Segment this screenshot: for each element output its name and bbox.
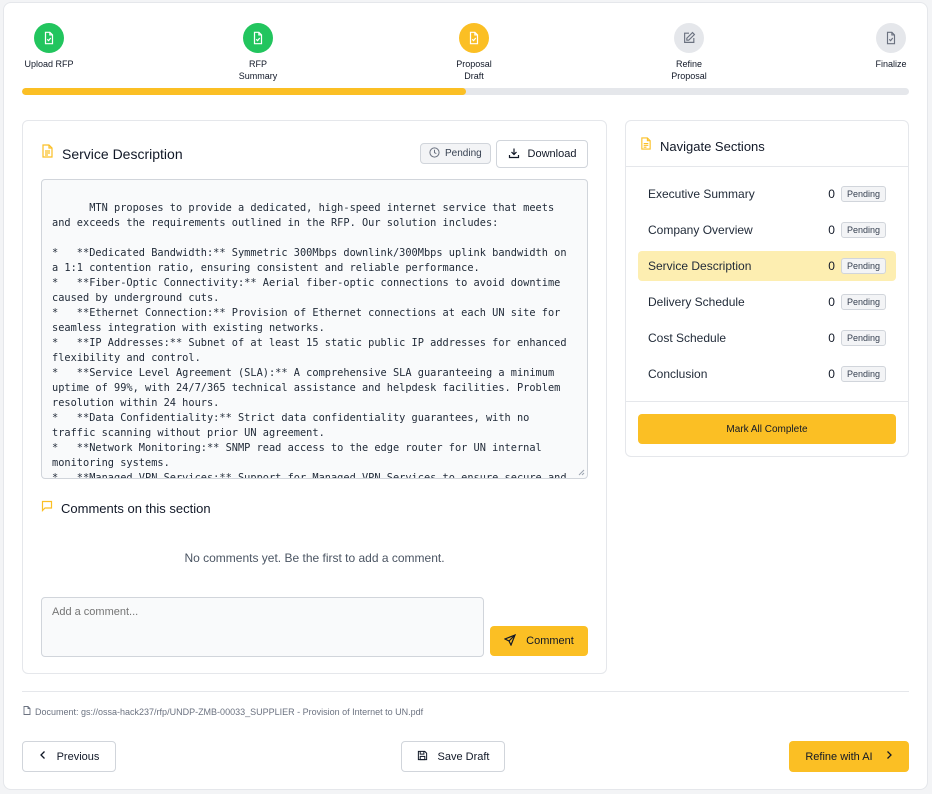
step-proposal-draft[interactable]: Proposal Draft: [429, 23, 519, 82]
nav-item-label: Delivery Schedule: [648, 295, 745, 309]
section-nav-list: Executive Summary 0 Pending Company Overv…: [638, 179, 896, 395]
comments-title: Comments on this section: [61, 500, 211, 516]
section-editor-card: Service Description Pending Download MTN…: [22, 120, 607, 674]
step-label: Proposal Draft: [456, 59, 492, 81]
nav-item-label: Conclusion: [648, 367, 708, 381]
nav-item-executive-summary[interactable]: Executive Summary 0 Pending: [638, 179, 896, 209]
refine-label: Refine with AI: [805, 750, 873, 763]
status-badge: Pending: [840, 258, 886, 274]
nav-item-company-overview[interactable]: Company Overview 0 Pending: [638, 215, 896, 245]
status-badge: Pending: [840, 222, 886, 238]
mark-all-complete-button[interactable]: Mark All Complete: [638, 414, 896, 444]
nav-item-count: 0: [828, 295, 835, 309]
status-badge: Pending: [420, 143, 491, 164]
nav-item-label: Company Overview: [648, 223, 753, 237]
nav-item-delivery-schedule[interactable]: Delivery Schedule 0 Pending: [638, 287, 896, 317]
refine-with-ai-button[interactable]: Refine with AI: [789, 741, 909, 772]
nav-item-label: Service Description: [648, 259, 752, 273]
section-title: Service Description: [62, 145, 183, 162]
empty-comments-message: No comments yet. Be the first to add a c…: [184, 551, 445, 565]
nav-item-count: 0: [828, 367, 835, 381]
step-label: Refine Proposal: [671, 59, 707, 81]
chevron-right-icon: [885, 750, 893, 763]
nav-header: Navigate Sections: [640, 137, 765, 155]
nav-item-cost-schedule[interactable]: Cost Schedule 0 Pending: [638, 323, 896, 353]
send-icon: [503, 633, 517, 649]
document-path-text: Document: gs://ossa-hack237/rfp/UNDP-ZMB…: [35, 706, 424, 717]
comment-submit-button[interactable]: Comment: [490, 626, 588, 656]
comments-header: Comments on this section: [41, 499, 211, 517]
status-badge: Pending: [840, 330, 886, 346]
nav-item-count: 0: [828, 259, 835, 273]
download-icon: [508, 147, 520, 162]
nav-item-service-description[interactable]: Service Description 0 Pending: [638, 251, 896, 281]
nav-item-label: Cost Schedule: [648, 331, 727, 345]
clock-icon: [429, 146, 440, 161]
nav-item-label: Executive Summary: [648, 187, 755, 201]
divider: [626, 401, 908, 402]
step-label: Upload RFP: [24, 59, 74, 69]
comment-input[interactable]: [41, 597, 484, 657]
section-content-textarea[interactable]: MTN proposes to provide a dedicated, hig…: [41, 179, 588, 479]
section-header: Service Description: [41, 144, 183, 163]
divider: [22, 691, 909, 692]
document-icon: [640, 137, 652, 155]
download-button[interactable]: Download: [496, 140, 588, 168]
file-check-icon: [243, 23, 273, 53]
chevron-left-icon: [39, 750, 47, 763]
navigate-sections-card: Navigate Sections Executive Summary 0 Pen…: [625, 120, 909, 457]
previous-label: Previous: [56, 750, 100, 763]
step-rfp-summary[interactable]: RFP Summary: [213, 23, 303, 82]
section-content-text: MTN proposes to provide a dedicated, hig…: [52, 202, 567, 479]
app-frame: Upload RFP RFP Summary Proposal Draft Re…: [3, 2, 928, 790]
divider: [626, 166, 908, 167]
file-check-icon: [459, 23, 489, 53]
progress-bar: [22, 88, 909, 95]
previous-button[interactable]: Previous: [22, 741, 116, 772]
file-check-icon: [34, 23, 64, 53]
save-draft-label: Save Draft: [437, 750, 490, 763]
step-upload-rfp[interactable]: Upload RFP: [4, 23, 94, 70]
save-icon: [417, 750, 428, 764]
nav-item-count: 0: [828, 223, 835, 237]
status-badge: Pending: [840, 366, 886, 382]
chat-bubble-icon: [41, 499, 53, 517]
download-label: Download: [527, 148, 577, 160]
progress-fill: [22, 88, 466, 95]
status-badge: Pending: [840, 294, 886, 310]
step-label: Finalize: [875, 59, 907, 69]
save-draft-button[interactable]: Save Draft: [401, 741, 505, 772]
status-label: Pending: [445, 148, 482, 159]
resize-grip-icon[interactable]: [577, 468, 585, 476]
nav-item-count: 0: [828, 187, 835, 201]
document-icon: [41, 144, 54, 163]
step-finalize[interactable]: Finalize: [846, 23, 932, 70]
file-check-icon: [876, 23, 906, 53]
nav-item-count: 0: [828, 331, 835, 345]
status-badge: Pending: [840, 186, 886, 202]
pencil-square-icon: [674, 23, 704, 53]
file-icon: [23, 706, 31, 717]
document-path: Document: gs://ossa-hack237/rfp/UNDP-ZMB…: [23, 706, 423, 717]
comment-submit-label: Comment: [526, 635, 574, 647]
step-refine-proposal[interactable]: Refine Proposal: [644, 23, 734, 82]
step-label: RFP Summary: [238, 59, 278, 81]
nav-title: Navigate Sections: [660, 138, 765, 154]
nav-item-conclusion[interactable]: Conclusion 0 Pending: [638, 359, 896, 389]
